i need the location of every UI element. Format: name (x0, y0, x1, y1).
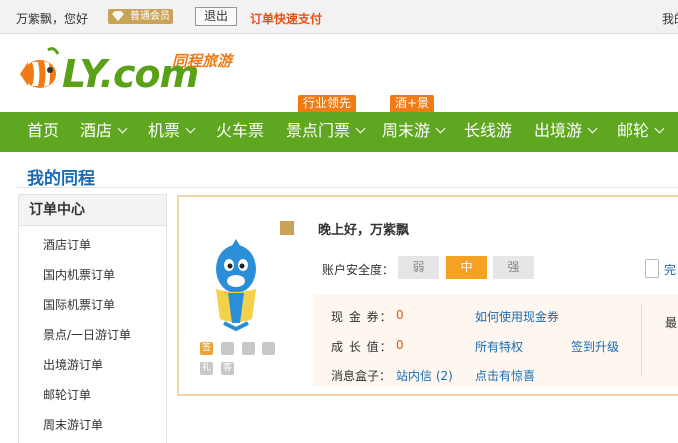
sidebar-item-weekend-orders[interactable]: 周末游订单 (43, 416, 103, 433)
all-privileges-link[interactable]: 所有特权 (475, 338, 523, 355)
nav-item-label: 火车票 (216, 121, 265, 140)
complete-info-link[interactable]: 完 (664, 261, 676, 278)
phone-icon[interactable] (242, 342, 255, 355)
member-level-text: 普通会员 (130, 11, 170, 22)
diamond-icon (112, 11, 124, 21)
message-box-label: 消息盒子： (331, 369, 392, 383)
nav-item-train[interactable]: 火车票 (216, 112, 264, 152)
chevron-down-icon (117, 123, 128, 134)
quick-pay-link[interactable]: 订单快速支付 (250, 10, 322, 27)
user-greeting: 万紫飘，您好 (16, 12, 89, 26)
nav-item-attractions[interactable]: 景点门票 (286, 112, 366, 152)
member-level-badge[interactable]: 普通会员 (108, 9, 173, 24)
sign-in-icon[interactable]: 签 (200, 342, 213, 355)
security-level-weak: 弱 (398, 256, 439, 279)
nav-item-label: 机票 (148, 121, 181, 140)
sidebar-item-intl-flight-orders[interactable]: 国际机票订单 (43, 296, 115, 313)
right-column-text: 最 (665, 316, 678, 330)
cash-coupon-help-link[interactable]: 如何使用现金券 (475, 308, 559, 325)
nav-item-hotel[interactable]: 酒店 (80, 112, 128, 152)
nav-badge-industry-leader: 行业领先 (298, 95, 357, 116)
nav-item-label: 首页 (27, 121, 60, 140)
nav-badge-hotel-plus-attraction: 酒+景 (390, 95, 435, 116)
page-title: 我的同程 (27, 169, 95, 189)
inbox-link[interactable]: 站内信 (2) (396, 367, 453, 384)
greeting-heading: 晚上好，万紫飘 (318, 223, 410, 238)
sidebar-heading: 订单中心 (19, 195, 166, 226)
guest-icon[interactable]: 客 (221, 362, 234, 375)
nav-item-cruise[interactable]: 邮轮 (617, 112, 665, 152)
order-sidebar: 订单中心 酒店订单 国内机票订单 国际机票订单 景点/一日游订单 出境游订单 邮… (18, 194, 167, 443)
security-level-medium: 中 (446, 256, 487, 279)
info-divider (641, 305, 642, 377)
surprise-link[interactable]: 点击有惊喜 (475, 367, 535, 384)
logo-chinese: 同程旅游 (172, 52, 233, 70)
chevron-down-icon (654, 123, 665, 134)
checkin-upgrade-link[interactable]: 签到升级 (571, 338, 619, 355)
growth-label: 成 长 值： (331, 340, 393, 354)
sidebar-item-hotel-orders[interactable]: 酒店订单 (43, 236, 91, 253)
chevron-down-icon (185, 123, 196, 134)
nav-item-label: 出境游 (534, 121, 583, 140)
cash-coupon-label: 现 金 券： (331, 310, 393, 324)
nav-item-label: 周末游 (382, 121, 431, 140)
cash-coupon-value: 0 (396, 308, 404, 322)
nav-item-label: 长线游 (464, 121, 513, 140)
chevron-down-icon (355, 123, 366, 134)
sidebar-item-attraction-orders[interactable]: 景点/一日游订单 (43, 326, 131, 343)
nav-item-label: 景点门票 (286, 121, 351, 140)
dolphin-mascot-avatar[interactable] (206, 237, 266, 332)
logout-button[interactable]: 退出 (195, 7, 237, 26)
chevron-down-icon (587, 123, 598, 134)
sidebar-item-domestic-flight-orders[interactable]: 国内机票订单 (43, 266, 115, 283)
main-nav: 首页 酒店 机票 火车票 景点门票 周末游 长线游 出境游 邮轮 (0, 112, 678, 152)
growth-value: 0 (396, 338, 404, 352)
lock-icon[interactable] (221, 342, 234, 355)
account-panel: 签 礼 客 晚上好，万紫飘 账户安全度： 弱 中 强 完 现 金 券： 0 如何… (177, 195, 678, 396)
title-divider (16, 187, 678, 188)
site-logo[interactable]: LY.com 同程旅游 (14, 44, 234, 104)
security-level-strong: 强 (493, 256, 534, 279)
nav-item-label: 酒店 (80, 121, 113, 140)
nav-item-home[interactable]: 首页 (27, 112, 59, 152)
security-level-label: 账户安全度： (322, 263, 395, 277)
clownfish-mascot-icon (20, 47, 60, 88)
nav-item-outbound[interactable]: 出境游 (534, 112, 598, 152)
gift-icon[interactable]: 礼 (200, 362, 213, 375)
sidebar-item-cruise-orders[interactable]: 邮轮订单 (43, 386, 91, 403)
nav-item-weekend[interactable]: 周末游 (382, 112, 446, 152)
top-bar: 万紫飘，您好 普通会员 退出 订单快速支付 我的 (0, 0, 678, 34)
chevron-down-icon (435, 123, 446, 134)
account-info-box: 现 金 券： 0 如何使用现金券 成 长 值： 0 所有特权 签到升级 消息盒子… (313, 295, 678, 387)
nav-item-label: 邮轮 (617, 121, 650, 140)
sidebar-item-outbound-orders[interactable]: 出境游订单 (43, 356, 103, 373)
nav-item-long-haul[interactable]: 长线游 (464, 112, 512, 152)
edit-profile-icon[interactable] (280, 221, 294, 235)
nav-item-flights[interactable]: 机票 (148, 112, 196, 152)
card-icon[interactable] (262, 342, 275, 355)
phone-verify-icon (645, 259, 659, 278)
top-right-link[interactable]: 我的 (662, 10, 678, 27)
